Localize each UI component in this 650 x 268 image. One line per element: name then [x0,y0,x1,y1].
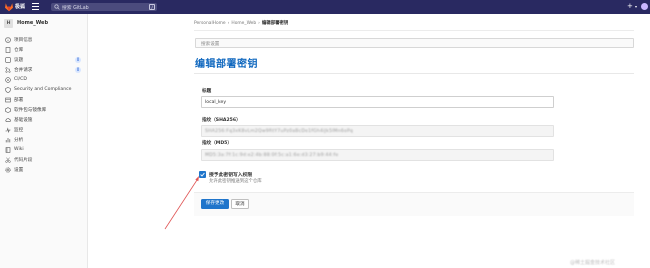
sidebar-item-label: Wiki [14,147,24,152]
info-icon [5,37,11,43]
merge-requests-count-badge: 0 [75,67,81,73]
sidebar-item-merge-requests[interactable]: 合并请求 0 [0,65,88,75]
sidebar-item-security[interactable]: Security and Compliance [0,85,88,95]
package-icon [5,107,11,113]
keyboard-shortcut-hint: / [149,4,155,10]
global-search-input[interactable]: 搜索 GitLab / [51,3,157,11]
sha256-fingerprint-field: SHA256:Fq3xK8vLm2Qw9RtY7uPz0aBcDe1fGh4iJ… [201,125,554,137]
create-new-icon[interactable]: + [627,3,633,10]
project-sidebar: H Home_Web 项目信息 仓库 议题 0 合并请求 0 CI/CD Sec… [0,14,88,268]
sidebar-item-label: 设置 [14,168,24,173]
page-title: 编辑部署密钥 [195,59,258,70]
sidebar-item-label: 合并请求 [14,68,33,73]
divider [194,73,634,74]
save-changes-button[interactable]: 保存更改 [201,199,229,209]
sidebar-item-label: 议题 [14,58,24,63]
snippet-icon [5,157,11,163]
sidebar-item-analytics[interactable]: 分析 [0,135,88,145]
sidebar-item-label: 基础设施 [14,118,33,123]
breadcrumb-separator: › [258,21,260,26]
md5-fingerprint-value: MD5:3a:7f:1c:9d:e2:4b:88:0f:5c:a1:6e:d3:… [205,153,339,158]
sidebar-item-settings[interactable]: 设置 [0,165,88,175]
issues-count-badge: 0 [75,57,81,63]
top-navbar: 极狐 搜索 GitLab / + [0,0,650,14]
user-avatar[interactable] [641,3,648,10]
sidebar-item-cicd[interactable]: CI/CD [0,75,88,85]
sidebar-item-issues[interactable]: 议题 0 [0,55,88,65]
cloud-icon [5,118,11,122]
write-access-help-text: 允许此密钥推送到这个仓库 [209,179,262,184]
gear-icon [5,167,11,173]
gitlab-logo-icon[interactable] [4,2,14,12]
sha256-fingerprint-value: SHA256:Fq3xK8vLm2Qw9RtY7uPz0aBcDe1fGh4iJ… [205,129,354,134]
write-access-checkbox[interactable] [199,171,206,178]
menu-icon[interactable] [32,3,39,10]
sidebar-item-project-info[interactable]: 项目信息 [0,35,88,45]
breadcrumb-current: 编辑部署密钥 [261,21,289,26]
divider [194,30,634,31]
chevron-down-icon[interactable] [635,6,637,8]
sidebar-item-label: 仓库 [14,48,24,53]
sidebar-item-packages[interactable]: 软件包与镜像库 [0,105,88,115]
sidebar-item-label: 监控 [14,128,24,133]
issues-icon [5,57,11,63]
sidebar-item-snippets[interactable]: 代码片段 [0,155,88,165]
project-avatar: H [4,18,13,28]
breadcrumb-link-personalhome[interactable]: PersonalHome [194,21,226,26]
sidebar-item-label: 软件包与镜像库 [14,108,47,113]
sidebar-item-wiki[interactable]: Wiki [0,145,88,155]
sidebar-item-label: 部署 [14,98,24,103]
checkmark-icon [200,172,205,177]
chart-icon [5,138,11,143]
search-icon [54,4,60,10]
sidebar-item-label: Security and Compliance [14,87,72,92]
breadcrumb-link-home-web[interactable]: Home_Web [231,21,256,26]
sidebar-item-label: 代码片段 [14,158,33,163]
form-actions-bar [194,192,634,216]
rocket-icon [5,77,11,83]
project-name: Home_Web [17,20,49,26]
title-label: 标题 [202,89,212,94]
md5-fingerprint-field: MD5:3a:7f:1c:9d:e2:4b:88:0f:5c:a1:6e:d3:… [201,149,554,161]
sidebar-item-repository[interactable]: 仓库 [0,45,88,55]
sidebar-item-deployments[interactable]: 部署 [0,95,88,105]
brand-name[interactable]: 极狐 [15,3,25,10]
project-header[interactable]: H Home_Web [4,18,48,28]
cancel-button[interactable]: 取消 [231,199,249,209]
sidebar-item-label: 项目信息 [14,38,33,43]
write-access-label[interactable]: 授予此密钥写入权限 [209,171,252,178]
sidebar-item-infrastructure[interactable]: 基础设施 [0,115,88,125]
deploy-icon [5,97,11,103]
breadcrumb-separator: › [227,21,230,26]
sidebar-item-label: CI/CD [14,77,27,82]
book-icon [5,147,11,153]
title-input[interactable]: local_key [201,96,554,108]
sha256-fingerprint-label: 指纹（SHA256） [202,118,241,123]
search-placeholder: 搜索 GitLab [62,6,89,11]
sidebar-item-label: 分析 [14,138,24,143]
monitor-icon [5,127,11,133]
merge-request-icon [5,67,11,73]
sidebar-item-monitor[interactable]: 监控 [0,125,88,135]
doc-icon [5,47,11,53]
settings-search-input[interactable]: 搜索设置 [195,38,634,48]
md5-fingerprint-label: 指纹（MD5） [202,141,232,146]
shield-icon [5,87,11,93]
breadcrumb: PersonalHome › Home_Web › 编辑部署密钥 [194,20,288,26]
title-input-value: local_key [205,100,227,105]
watermark: @稀土掘金技术社区 [570,260,616,266]
settings-search-placeholder: 搜索设置 [201,42,220,47]
